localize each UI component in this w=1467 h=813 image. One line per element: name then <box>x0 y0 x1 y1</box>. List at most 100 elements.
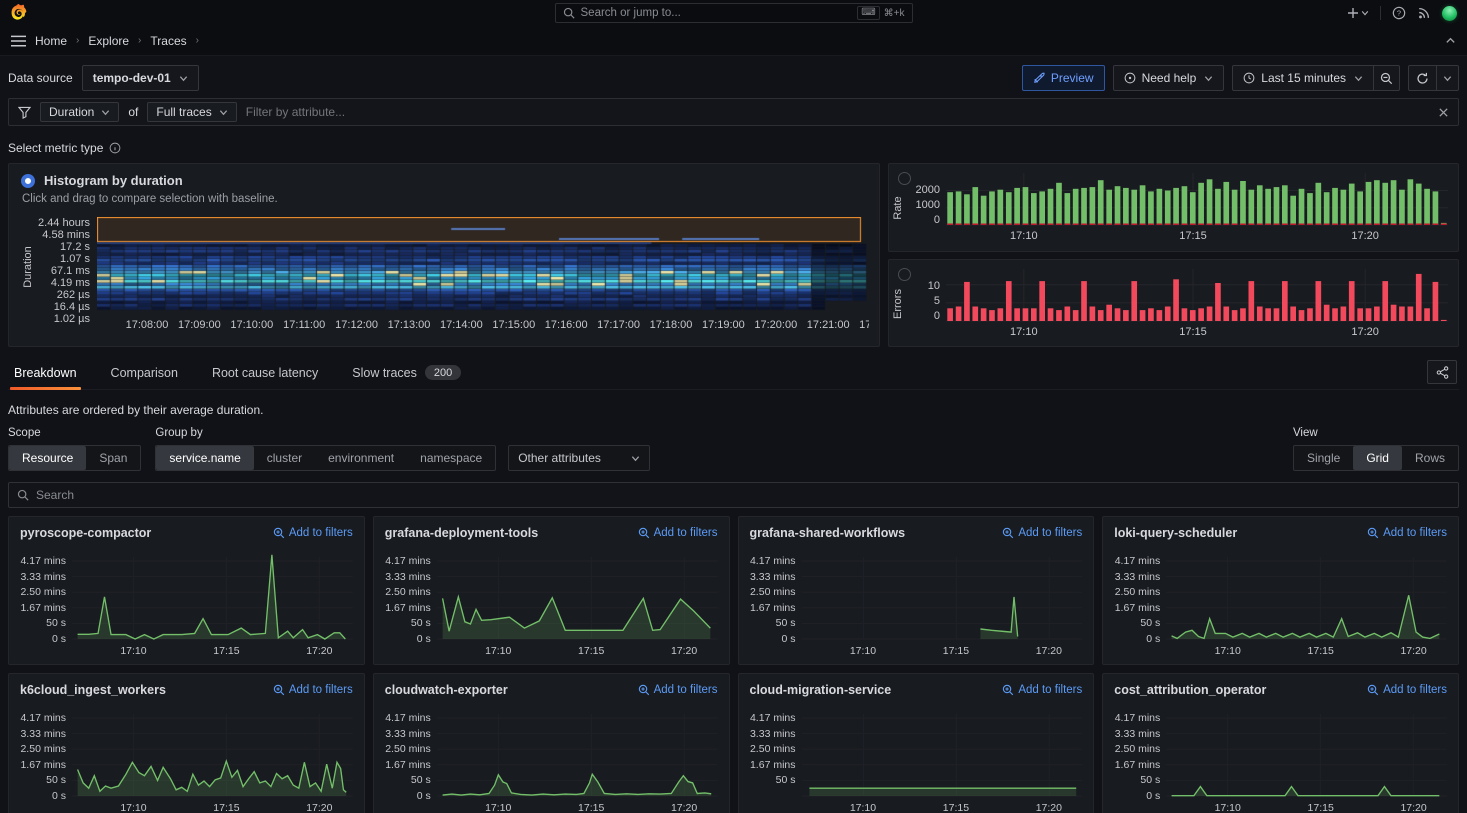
service-name: k6cloud_ingest_workers <box>20 683 166 697</box>
top-nav: Search or jump to... ⌨ ⌘+k ? <box>0 0 1467 26</box>
duration-heatmap[interactable] <box>97 217 867 313</box>
errors-x-axis: 17:1017:1517:20 <box>946 325 1448 339</box>
duration-line-chart[interactable] <box>1166 706 1447 802</box>
duration-line-chart[interactable] <box>802 549 1083 645</box>
card-y-axis: 4.17 mins3.33 mins2.50 mins1.67 mins50 s… <box>750 712 802 802</box>
collapse-chevron-up-icon[interactable] <box>1445 35 1456 46</box>
tab-comparison[interactable]: Comparison <box>107 359 182 389</box>
tab-slow-traces[interactable]: Slow traces200 <box>348 358 465 389</box>
errors-y-axis: 1050 <box>912 280 946 322</box>
rate-panel: Rate 200010000 17:1017:1517:20 <box>888 163 1459 252</box>
view-option-single[interactable]: Single <box>1294 446 1353 470</box>
data-source-picker[interactable]: tempo-dev-01 <box>82 65 199 91</box>
add-to-filters-button[interactable]: Add to filters <box>638 684 718 696</box>
group-by-environment[interactable]: environment <box>315 446 407 470</box>
shortcut-hint: ⌨ ⌘+k <box>857 6 904 20</box>
breadcrumb-traces[interactable]: Traces <box>150 34 186 48</box>
group-by-cluster[interactable]: cluster <box>254 446 315 470</box>
card-x-axis: 17:1017:1517:20 <box>1166 802 1447 813</box>
news-rss-icon[interactable] <box>1417 6 1431 20</box>
duration-line-chart[interactable] <box>72 706 353 802</box>
add-to-filters-button[interactable]: Add to filters <box>1002 527 1082 539</box>
help-icon[interactable]: ? <box>1392 6 1406 20</box>
add-to-filters-button[interactable]: Add to filters <box>273 527 353 539</box>
heatmap-x-axis: 17:08:0017:09:0017:10:0017:11:0017:12:00… <box>99 316 869 331</box>
keyboard-icon: ⌨ <box>857 6 879 20</box>
view-option-rows[interactable]: Rows <box>1402 446 1458 470</box>
grafana-logo[interactable] <box>10 4 28 22</box>
add-to-filters-button[interactable]: Add to filters <box>273 684 353 696</box>
chevron-down-icon <box>1204 74 1213 83</box>
zoom-out-button[interactable] <box>1374 65 1400 91</box>
breadcrumb-home[interactable]: Home <box>35 34 67 48</box>
card-y-axis: 4.17 mins3.33 mins2.50 mins1.67 mins50 s… <box>385 555 437 645</box>
magnifier-minus-icon <box>1380 72 1393 85</box>
tab-root-cause-latency[interactable]: Root cause latency <box>208 359 322 389</box>
rate-x-axis: 17:1017:1517:20 <box>946 229 1448 243</box>
clear-filters-icon[interactable] <box>1438 107 1449 118</box>
duration-line-chart[interactable] <box>437 706 718 802</box>
filter-attribute-input[interactable]: Filter by attribute... <box>246 105 345 119</box>
refresh-interval-dropdown[interactable] <box>1437 65 1459 91</box>
errors-bar-chart[interactable] <box>946 267 1448 325</box>
other-attributes-dropdown[interactable]: Other attributes <box>508 445 650 471</box>
need-help-button[interactable]: Need help <box>1113 65 1225 91</box>
filter-of-label: of <box>128 105 138 119</box>
service-card: loki-query-scheduler Add to filters 4.17… <box>1102 516 1459 665</box>
service-card: cost_attribution_operator Add to filters… <box>1102 673 1459 813</box>
duration-axis-label: Duration <box>22 246 34 288</box>
tab-breakdown[interactable]: Breakdown <box>10 359 81 389</box>
errors-axis-label: Errors <box>892 289 904 319</box>
service-name: pyroscope-compactor <box>20 526 151 540</box>
scope-option-resource[interactable]: Resource <box>9 446 86 470</box>
refresh-button[interactable] <box>1408 65 1437 91</box>
add-to-filters-button[interactable]: Add to filters <box>1367 684 1447 696</box>
menu-icon[interactable] <box>11 35 26 47</box>
refresh-icon <box>1416 72 1429 85</box>
add-to-filters-button[interactable]: Add to filters <box>1367 527 1447 539</box>
duration-line-chart[interactable] <box>72 549 353 645</box>
attribute-search[interactable]: Search <box>8 482 1459 508</box>
duration-line-chart[interactable] <box>802 706 1083 802</box>
chevron-right-icon: › <box>76 35 79 46</box>
magnifier-plus-icon <box>1367 684 1379 696</box>
global-search[interactable]: Search or jump to... ⌨ ⌘+k <box>555 3 913 23</box>
group-by-service-name[interactable]: service.name <box>156 446 253 470</box>
scope-option-span[interactable]: Span <box>86 446 140 470</box>
breadcrumb-explore[interactable]: Explore <box>88 34 129 48</box>
filter-funnel-icon <box>18 106 31 119</box>
group-by-control: Group by service.name cluster environmen… <box>155 427 650 471</box>
card-y-axis: 4.17 mins3.33 mins2.50 mins1.67 mins50 s… <box>1114 712 1166 802</box>
magnifier-plus-icon <box>273 527 285 539</box>
filter-scope-dropdown[interactable]: Full traces <box>147 102 236 122</box>
user-avatar[interactable] <box>1442 6 1457 21</box>
filter-field-dropdown[interactable]: Duration <box>40 102 119 122</box>
errors-radio[interactable] <box>898 268 911 281</box>
duration-line-chart[interactable] <box>437 549 718 645</box>
group-by-label: Group by <box>155 427 650 439</box>
service-name: cloudwatch-exporter <box>385 683 508 697</box>
preview-button[interactable]: Preview <box>1022 65 1105 91</box>
chevron-down-icon <box>219 108 228 117</box>
card-x-axis: 17:1017:1517:20 <box>72 802 353 813</box>
add-menu-button[interactable] <box>1347 7 1369 19</box>
service-name: loki-query-scheduler <box>1114 526 1237 540</box>
rate-bar-chart[interactable] <box>946 171 1448 229</box>
card-y-axis: 4.17 mins3.33 mins2.50 mins1.67 mins50 s… <box>20 555 72 645</box>
chevron-down-icon <box>1443 74 1452 83</box>
time-range-picker[interactable]: Last 15 minutes <box>1232 65 1374 91</box>
card-x-axis: 17:1017:1517:20 <box>72 645 353 658</box>
rate-radio[interactable] <box>898 172 911 185</box>
card-x-axis: 17:1017:1517:20 <box>802 645 1083 658</box>
chevron-right-icon: › <box>196 35 199 46</box>
share-button[interactable] <box>1427 360 1457 384</box>
histogram-radio-selected[interactable] <box>21 174 35 188</box>
view-option-grid[interactable]: Grid <box>1353 446 1402 470</box>
slow-traces-count-badge: 200 <box>425 365 461 380</box>
group-by-namespace[interactable]: namespace <box>407 446 495 470</box>
add-to-filters-button[interactable]: Add to filters <box>1002 684 1082 696</box>
tabs: Breakdown Comparison Root cause latency … <box>8 358 1459 390</box>
add-to-filters-button[interactable]: Add to filters <box>638 527 718 539</box>
toolbar: Data source tempo-dev-01 Preview Need he… <box>8 65 1459 91</box>
duration-line-chart[interactable] <box>1166 549 1447 645</box>
